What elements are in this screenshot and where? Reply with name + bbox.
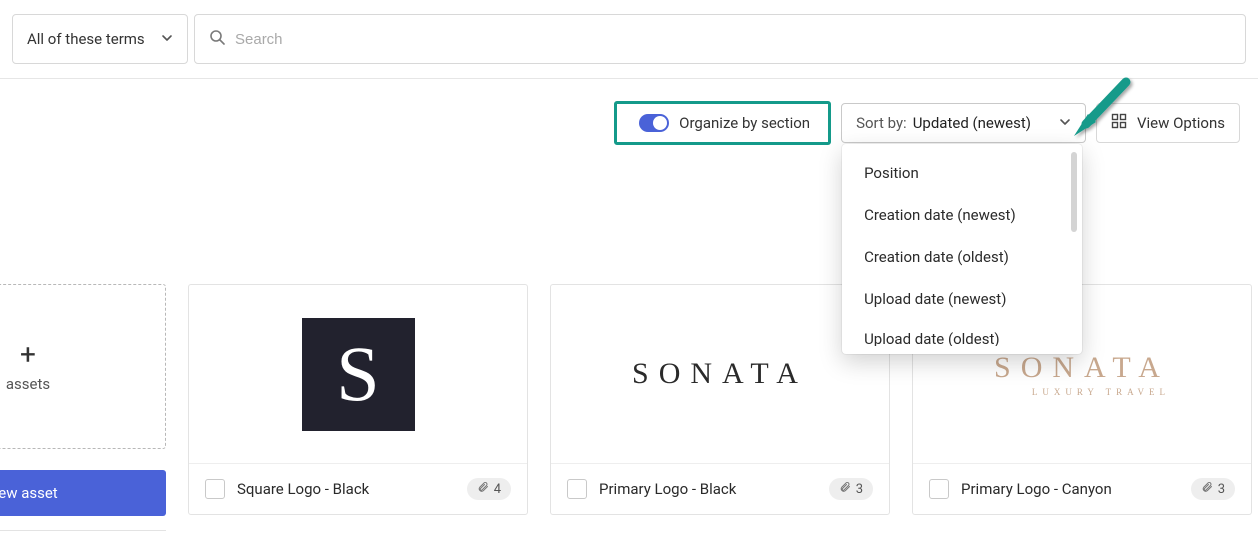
- organize-toggle[interactable]: [639, 114, 669, 132]
- search-input[interactable]: [235, 31, 1231, 48]
- add-assets-card[interactable]: + assets: [0, 284, 166, 449]
- attachment-count-pill: 3: [829, 478, 873, 500]
- primary-logo-black: SONATA: [632, 357, 808, 391]
- chevron-down-icon: [161, 30, 173, 48]
- search-icon: [209, 29, 225, 49]
- organize-label: Organize by section: [679, 114, 810, 132]
- card-edge: [0, 530, 166, 540]
- sort-option-creation-newest[interactable]: Creation date (newest): [842, 194, 1082, 236]
- new-asset-button[interactable]: ew asset: [0, 470, 166, 516]
- chevron-down-icon: [1059, 114, 1071, 132]
- sort-by-label: Sort by:: [856, 114, 907, 132]
- square-logo-black: S: [302, 318, 415, 431]
- primary-logo-canyon-sub: LUXURY TRAVEL: [994, 387, 1170, 397]
- asset-card[interactable]: S Square Logo - Black 4: [188, 284, 528, 515]
- filter-terms-label: All of these terms: [27, 30, 145, 48]
- add-assets-label: assets: [6, 375, 50, 393]
- asset-preview: SONATA: [551, 285, 889, 463]
- search-box[interactable]: [194, 14, 1246, 64]
- asset-name: Square Logo - Black: [237, 480, 369, 498]
- attachment-count: 3: [856, 482, 863, 497]
- sort-by-value: Updated (newest): [913, 114, 1031, 132]
- attachment-count-pill: 3: [1191, 478, 1235, 500]
- sort-option-upload-newest[interactable]: Upload date (newest): [842, 278, 1082, 320]
- asset-footer: Square Logo - Black 4: [189, 463, 527, 514]
- organize-by-section-toggle-box: Organize by section: [614, 101, 831, 145]
- new-asset-label: ew asset: [0, 484, 58, 502]
- attachment-count-pill: 4: [467, 478, 511, 500]
- sort-option-position[interactable]: Position: [842, 152, 1082, 194]
- paperclip-icon: [1201, 481, 1213, 497]
- sort-by-dropdown[interactable]: Sort by: Updated (newest) Position Creat…: [841, 103, 1086, 143]
- asset-name: Primary Logo - Black: [599, 480, 736, 498]
- view-options-label: View Options: [1137, 114, 1225, 132]
- filter-terms-dropdown[interactable]: All of these terms: [12, 14, 188, 64]
- sort-option-upload-oldest[interactable]: Upload date (oldest): [842, 320, 1082, 346]
- scrollbar[interactable]: [1071, 152, 1077, 232]
- paperclip-icon: [839, 481, 851, 497]
- asset-name: Primary Logo - Canyon: [961, 480, 1112, 498]
- primary-logo-canyon: SONATA: [994, 351, 1170, 385]
- paperclip-icon: [477, 481, 489, 497]
- asset-preview: S: [189, 285, 527, 463]
- asset-checkbox[interactable]: [929, 479, 949, 499]
- asset-card[interactable]: SONATA Primary Logo - Black 3: [550, 284, 890, 515]
- plus-icon: +: [20, 341, 36, 369]
- asset-checkbox[interactable]: [205, 479, 225, 499]
- sort-menu: Position Creation date (newest) Creation…: [842, 144, 1082, 354]
- view-options-button[interactable]: View Options: [1096, 103, 1240, 143]
- grid-icon: [1111, 113, 1127, 133]
- asset-footer: Primary Logo - Canyon 3: [913, 463, 1251, 514]
- attachment-count: 4: [494, 482, 501, 497]
- asset-footer: Primary Logo - Black 3: [551, 463, 889, 514]
- sort-option-creation-oldest[interactable]: Creation date (oldest): [842, 236, 1082, 278]
- attachment-count: 3: [1218, 482, 1225, 497]
- asset-checkbox[interactable]: [567, 479, 587, 499]
